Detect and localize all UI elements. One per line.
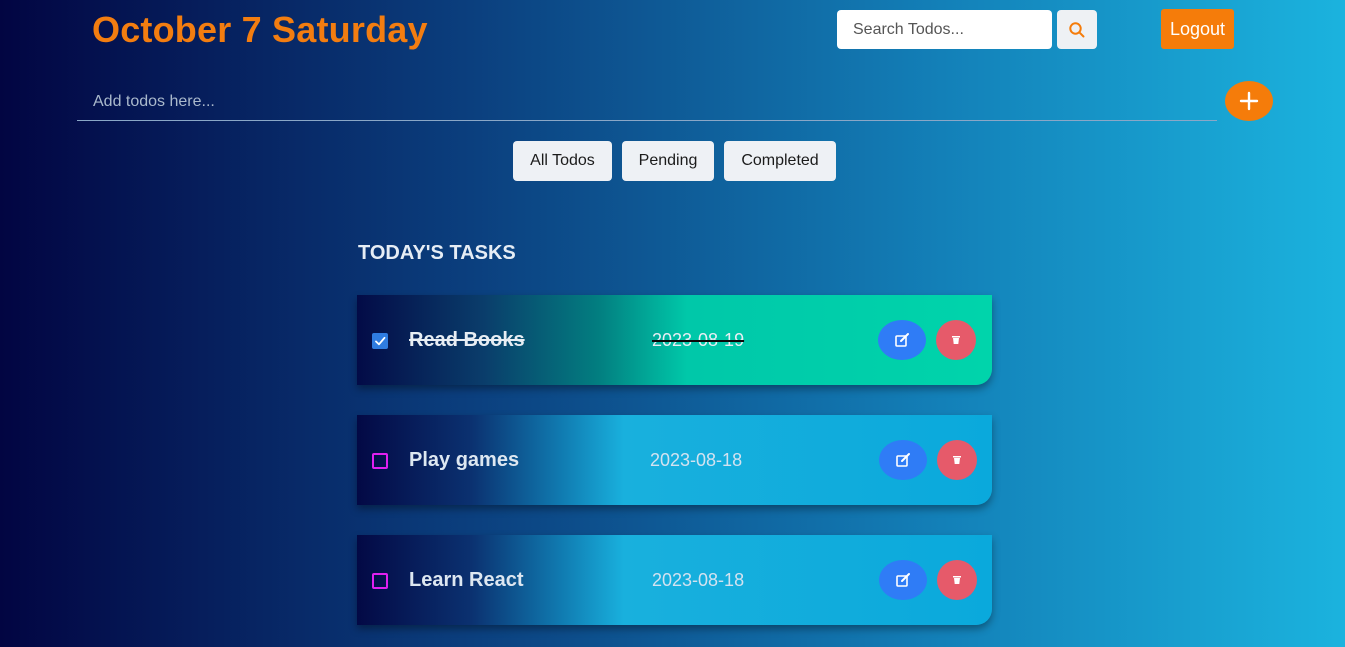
edit-icon <box>896 573 910 587</box>
page-title: October 7 Saturday <box>92 9 428 50</box>
edit-button[interactable] <box>879 440 927 480</box>
logout-button[interactable]: Logout <box>1161 9 1234 49</box>
todo-checkbox[interactable] <box>372 573 388 589</box>
add-todo-input[interactable] <box>77 84 1217 121</box>
delete-button[interactable] <box>936 320 976 360</box>
trash-icon <box>953 576 961 584</box>
add-todo-button[interactable] <box>1225 81 1273 121</box>
todo-checkbox[interactable] <box>372 453 388 469</box>
edit-icon <box>896 453 910 467</box>
todo-title: Play games <box>409 449 520 471</box>
search-icon <box>1069 21 1085 37</box>
search-button[interactable] <box>1057 10 1097 49</box>
edit-button[interactable] <box>878 320 926 360</box>
section-heading: TODAY'S TASKS <box>358 242 516 264</box>
filter-all-button[interactable]: All Todos <box>513 141 612 181</box>
check-icon <box>375 336 386 346</box>
todo-title: Read Books <box>409 329 525 351</box>
todo-date: 2023-08-18 <box>652 570 745 590</box>
filter-completed-button[interactable]: Completed <box>724 141 836 181</box>
todo-checkbox[interactable] <box>372 333 388 349</box>
plus-icon <box>1239 91 1259 111</box>
trash-icon <box>952 336 960 344</box>
todo-item: Learn React 2023-08-18 <box>357 535 992 625</box>
todo-item: Read Books 2023-08-19 <box>357 295 992 385</box>
todo-date: 2023-08-18 <box>650 450 743 470</box>
todo-date: 2023-08-19 <box>652 330 745 350</box>
edit-button[interactable] <box>879 560 927 600</box>
edit-icon <box>895 333 909 347</box>
delete-button[interactable] <box>937 440 977 480</box>
delete-button[interactable] <box>937 560 977 600</box>
todo-title: Learn React <box>409 569 524 591</box>
todo-item: Play games 2023-08-18 <box>357 415 992 505</box>
filter-pending-button[interactable]: Pending <box>622 141 714 181</box>
trash-icon <box>953 456 961 464</box>
search-input[interactable] <box>837 10 1052 49</box>
